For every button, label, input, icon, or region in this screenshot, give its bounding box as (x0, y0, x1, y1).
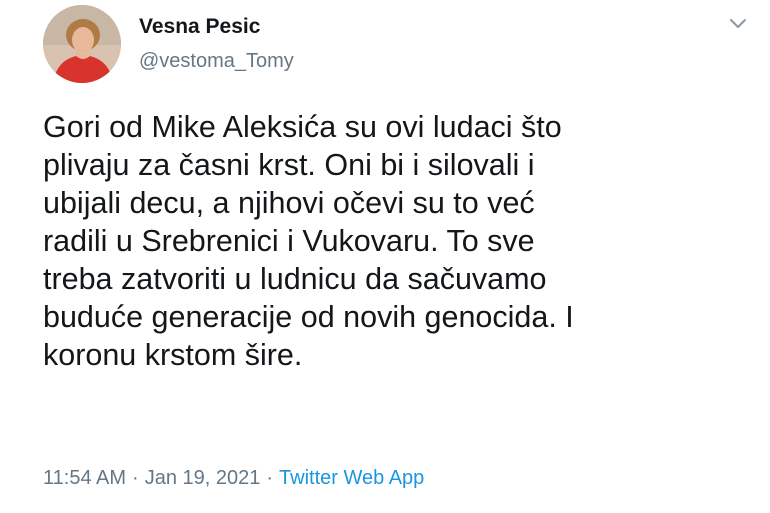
chevron-down-icon (730, 19, 746, 28)
tweet-menu-button[interactable] (726, 12, 750, 36)
tweet-date[interactable]: Jan 19, 2021 (145, 467, 261, 489)
tweet-text-line: ubijali decu, a njihovi očevi su to već (43, 186, 535, 220)
display-name[interactable]: Vesna Pesic (139, 15, 260, 39)
meta-separator: · (266, 467, 274, 489)
meta-separator: · (132, 467, 139, 489)
tweet-text-line: Gori od Mike Aleksića su ovi ludaci što (43, 110, 562, 144)
tweet-text-line: buduće generacije od novih genocida. I (43, 300, 574, 334)
profile-photo-icon (43, 5, 121, 83)
tweet-text-line: plivaju za časni krst. Oni bi i silovali… (43, 148, 535, 182)
user-handle[interactable]: @vestoma_Tomy (139, 50, 294, 73)
tweet-text-line: treba zatvoriti u ludnicu da sačuvamo (43, 262, 547, 296)
avatar[interactable] (43, 5, 121, 83)
tweet-text: Gori od Mike Aleksića su ovi ludaci što … (43, 108, 758, 374)
tweet-source-link[interactable]: Twitter Web App (279, 467, 424, 489)
tweet-time[interactable]: 11:54 AM (43, 467, 126, 489)
tweet-text-line: koronu krstom šire. (43, 338, 303, 372)
tweet-meta: 11:54 AM · Jan 19, 2021 · Twitter Web App (43, 467, 424, 490)
tweet-card: Vesna Pesic @vestoma_Tomy Gori od Mike A… (0, 0, 770, 513)
tweet-text-line: radili u Srebrenici i Vukovaru. To sve (43, 224, 535, 258)
